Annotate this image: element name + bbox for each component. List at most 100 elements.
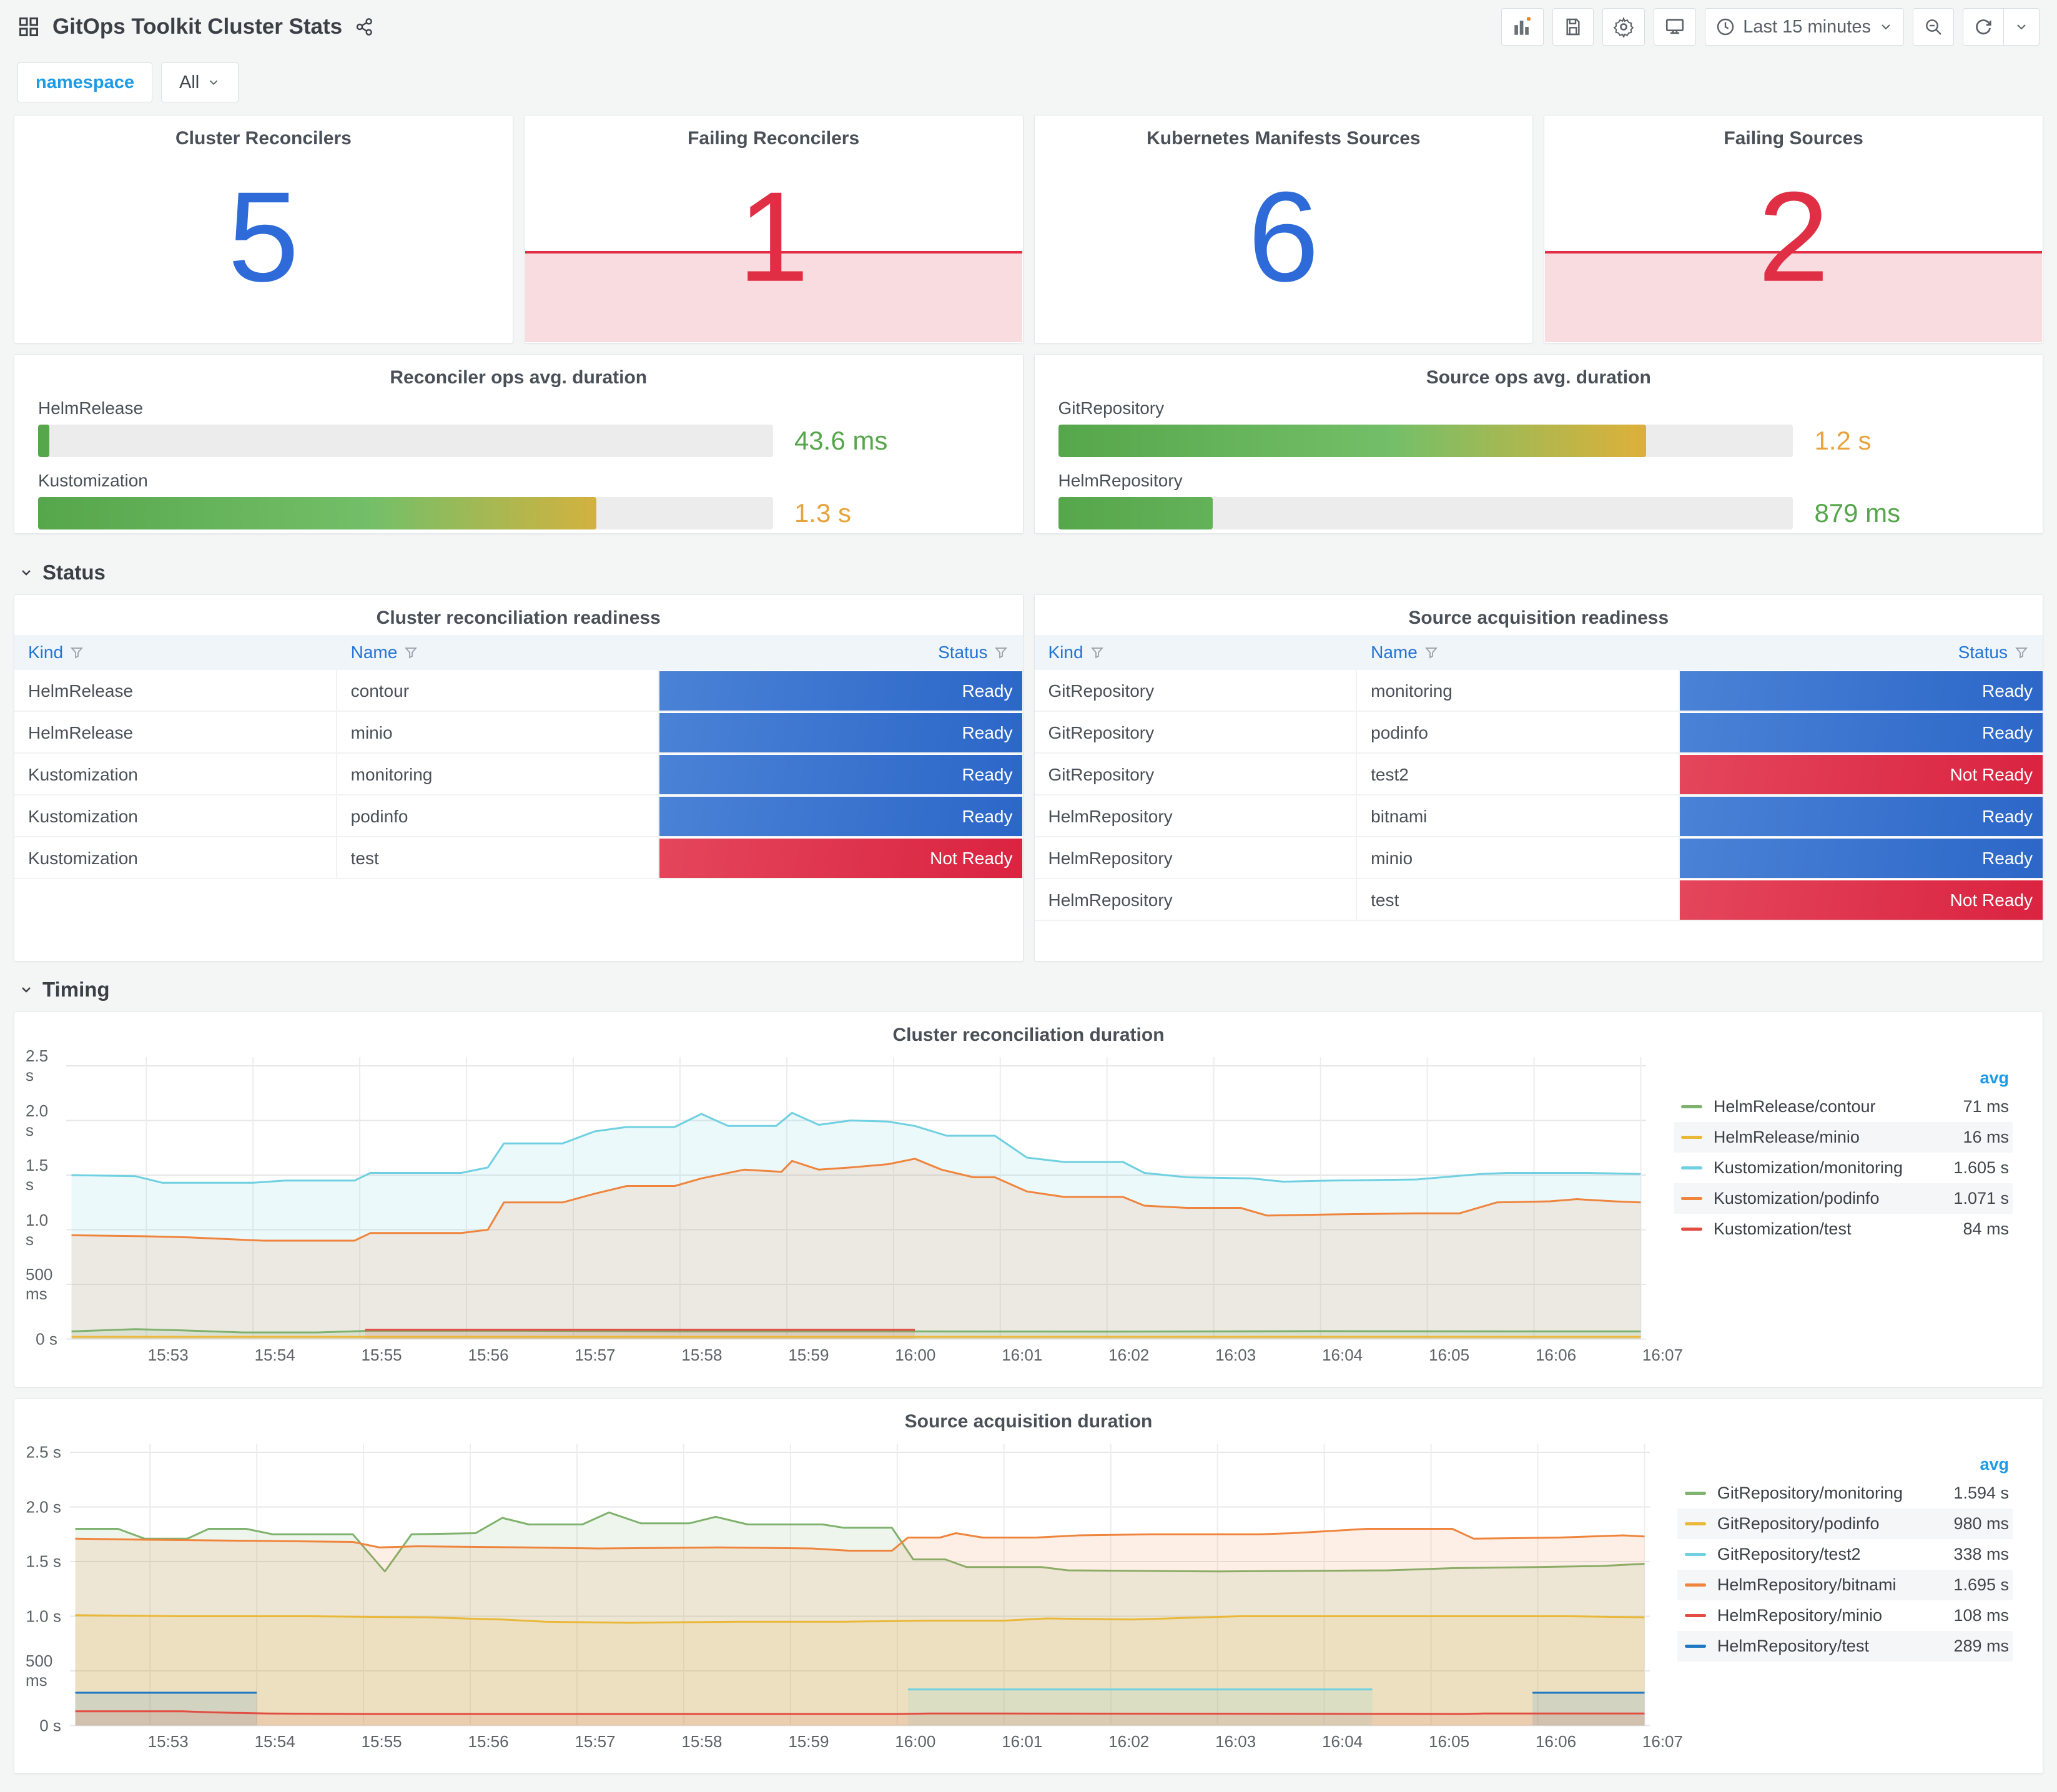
stat-value: 6 — [1248, 165, 1320, 308]
variable-namespace-select[interactable]: All — [161, 62, 239, 102]
legend-series-avg: 1.071 s — [1953, 1189, 2009, 1208]
bar-gauge-label: HelmRelease — [38, 398, 144, 418]
filter-icon[interactable] — [2014, 645, 2029, 660]
legend-series-swatch — [1680, 1228, 1702, 1231]
add-panel-button[interactable] — [1501, 8, 1544, 46]
legend-series-name: GitRepository/test2 — [1717, 1545, 1861, 1563]
table-column-header[interactable]: Status — [659, 635, 1022, 670]
x-tick-label: 16:03 — [1215, 1732, 1256, 1751]
status-badge: Not Ready — [1679, 755, 2043, 794]
filter-icon[interactable] — [403, 645, 418, 660]
legend-item[interactable]: HelmRelease/contour 71 ms — [1674, 1091, 2013, 1122]
table-row: HelmRepository minio Ready — [1034, 837, 2043, 879]
cell-name: podinfo — [1357, 712, 1680, 754]
status-badge: Ready — [1679, 839, 2043, 878]
legend-item[interactable]: HelmRepository/test 289 ms — [1677, 1631, 2013, 1662]
filter-icon[interactable] — [1090, 645, 1105, 660]
y-tick-label: 2.5 s — [26, 1442, 61, 1462]
cell-name: test — [337, 837, 660, 879]
x-tick-label: 16:05 — [1429, 1732, 1470, 1751]
cell-status: Ready — [659, 670, 1023, 712]
x-tick-label: 15:59 — [788, 1346, 829, 1364]
plot-area — [66, 1052, 1646, 1341]
y-axis: 2.5 s 2.0 s 1.5 s 1.0 s 500 ms 0 s — [26, 1046, 66, 1348]
legend-item[interactable]: Kustomization/monitoring 1.605 s — [1674, 1153, 2013, 1183]
legend-series-swatch — [1684, 1645, 1706, 1648]
filter-icon[interactable] — [69, 645, 84, 660]
refresh-button[interactable] — [1963, 8, 2004, 46]
stat-panel-title: Cluster Reconcilers — [175, 128, 352, 149]
legend-item[interactable]: GitRepository/monitoring 1.594 s — [1677, 1478, 2013, 1509]
bar-gauge-panel: Source ops avg. duration GitRepository 1.2… — [1033, 354, 2043, 534]
y-tick-label: 1.5 s — [26, 1156, 49, 1194]
table-panel: Cluster reconciliation readiness Kind Name… — [14, 594, 1024, 962]
legend-item[interactable]: Kustomization/test 84 ms — [1674, 1214, 2013, 1244]
legend-series-swatch — [1684, 1522, 1706, 1525]
tv-mode-button[interactable] — [1654, 8, 1697, 46]
legend-series-swatch — [1684, 1583, 1706, 1587]
cell-status: Ready — [1679, 837, 2043, 879]
cell-kind: HelmRepository — [1034, 837, 1358, 879]
legend-series-avg: 1.594 s — [1953, 1484, 2009, 1502]
section-timing[interactable]: Timing — [0, 962, 2057, 1012]
x-tick-label: 15:59 — [788, 1732, 829, 1751]
legend-series-swatch — [1680, 1105, 1702, 1108]
x-tick-label: 16:07 — [1642, 1732, 1683, 1751]
x-tick-label: 15:54 — [254, 1346, 295, 1364]
legend-avg-header[interactable]: avg — [1674, 1068, 2013, 1088]
legend-avg-header[interactable]: avg — [1677, 1455, 2013, 1474]
y-tick-label: 2.0 s — [26, 1497, 61, 1516]
refresh-interval-dropdown[interactable] — [2004, 8, 2040, 46]
share-icon[interactable] — [355, 17, 375, 37]
legend-series-avg: 1.695 s — [1953, 1575, 2009, 1594]
cell-kind: Kustomization — [14, 795, 337, 837]
table-row: HelmRelease minio Ready — [14, 712, 1023, 754]
save-dashboard-button[interactable] — [1552, 8, 1594, 46]
table-column-header[interactable]: Name — [337, 635, 660, 670]
chart-body: 2.5 s 2.0 s 1.5 s 1.0 s 500 ms 0 s avg HelmRele… — [14, 1046, 2043, 1348]
cell-kind: HelmRelease — [14, 712, 337, 754]
table-column-header[interactable]: Status — [1680, 635, 2043, 670]
chart-canvas[interactable] — [69, 1439, 1650, 1728]
variable-namespace-label: namespace — [17, 62, 152, 102]
settings-button[interactable] — [1602, 8, 1645, 46]
bar-gauge-value: 1.3 s — [794, 498, 851, 528]
status-badge: Ready — [659, 797, 1023, 836]
bar-gauge-row: HelmRepository 879 ms — [1058, 471, 2020, 529]
status-badge: Ready — [659, 713, 1023, 752]
charts-container: Cluster reconciliation duration 2.5 s 2.0 … — [0, 1012, 2057, 1774]
section-status[interactable]: Status — [0, 544, 2057, 594]
bar-gauge-panel: Reconciler ops avg. duration HelmRelease 4… — [14, 354, 1024, 534]
y-axis: 2.5 s 2.0 s 1.5 s 1.0 s 500 ms 0 s — [26, 1439, 70, 1735]
tables-row: Cluster reconciliation readiness Kind Name… — [0, 594, 2057, 962]
x-axis: 15:53 15:54 15:55 15:56 15:57 15:58 15:59 16:00… — [88, 1341, 1683, 1369]
cell-name: bitnami — [1357, 795, 1680, 837]
table-column-header[interactable]: Kind — [1035, 635, 1358, 670]
y-tick-label: 1.0 s — [26, 1607, 61, 1625]
legend-series-name: HelmRelease/minio — [1713, 1128, 1860, 1146]
table-column-header[interactable]: Name — [1357, 635, 1680, 670]
cell-status: Not Ready — [1679, 754, 2043, 795]
legend-item[interactable]: GitRepository/podinfo 980 ms — [1677, 1509, 2013, 1539]
legend-item[interactable]: HelmRepository/bitnami 1.695 s — [1677, 1570, 2013, 1600]
filter-icon[interactable] — [1424, 645, 1439, 660]
x-tick-label: 16:05 — [1429, 1346, 1470, 1364]
bar-gauge-panel-title: Source ops avg. duration — [1426, 367, 1651, 388]
legend-item[interactable]: HelmRepository/minio 108 ms — [1677, 1600, 2013, 1631]
filter-icon[interactable] — [994, 645, 1009, 660]
legend-series-name: GitRepository/monitoring — [1717, 1484, 1903, 1502]
x-tick-label: 16:07 — [1642, 1346, 1683, 1364]
dashboard-toolbar: Last 15 minutes — [1501, 8, 2040, 46]
time-range-picker[interactable]: Last 15 minutes — [1705, 8, 1904, 46]
stat-value: 1 — [737, 165, 809, 308]
table-column-header[interactable]: Kind — [14, 635, 337, 670]
chart-canvas[interactable] — [66, 1052, 1646, 1341]
legend-item[interactable]: GitRepository/test2 338 ms — [1677, 1539, 2013, 1570]
legend-item[interactable]: HelmRelease/minio 16 ms — [1673, 1122, 2013, 1153]
zoom-out-button[interactable] — [1913, 8, 1954, 46]
legend-item[interactable]: Kustomization/podinfo 1.071 s — [1673, 1183, 2013, 1214]
bar-gauge-label: Kustomization — [38, 471, 148, 490]
y-tick-label: 0 s — [39, 1716, 61, 1735]
stat-value: 2 — [1758, 165, 1830, 308]
status-badge: Not Ready — [1679, 880, 2043, 920]
